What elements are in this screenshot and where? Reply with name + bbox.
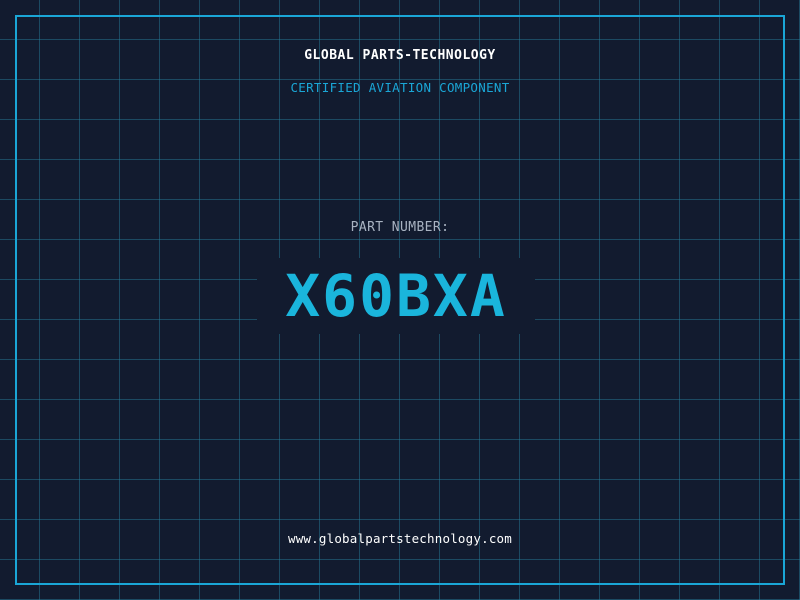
part-number-label: PART NUMBER: [350, 220, 450, 235]
company-name: GLOBAL PARTS-TECHNOLOGY [304, 48, 496, 63]
certification-subtitle: CERTIFIED AVIATION COMPONENT [290, 80, 510, 95]
label-card: GLOBAL PARTS-TECHNOLOGY CERTIFIED AVIATI… [0, 0, 800, 600]
part-number-box: X60BXA [257, 258, 535, 334]
part-number-value: X60BXA [285, 262, 507, 330]
website-url: www.globalpartstechnology.com [287, 531, 513, 546]
